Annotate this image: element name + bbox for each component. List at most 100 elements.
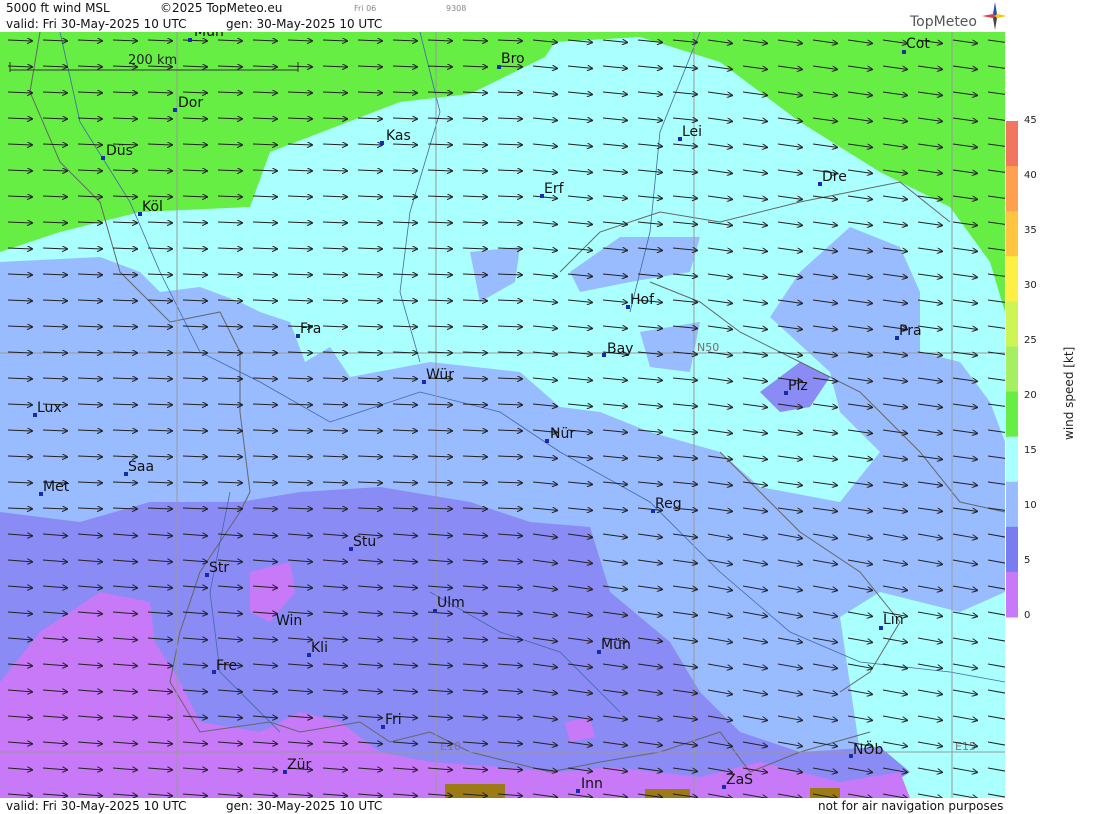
city-marker: Hof <box>626 292 655 309</box>
legend-band <box>1006 346 1018 393</box>
header-row-1: 5000 ft wind MSL ©2025 TopMeteo.eu Fri 0… <box>0 0 1005 16</box>
svg-text:Dre: Dre <box>822 169 847 185</box>
map-title: 5000 ft wind MSL <box>6 1 110 15</box>
legend-tick: 0 <box>1024 610 1031 621</box>
svg-text:Düs: Düs <box>106 143 133 159</box>
city-marker: Plz <box>784 378 808 395</box>
legend-tick: 35 <box>1024 225 1037 236</box>
color-scale-bar <box>1006 121 1018 618</box>
svg-text:Wür: Wür <box>426 367 454 383</box>
city-marker: Bay <box>602 341 633 357</box>
svg-text:Lin: Lin <box>883 612 904 628</box>
city-marker: Fri <box>381 712 402 729</box>
svg-text:Nür: Nür <box>550 426 575 442</box>
city-marker: ZaS <box>722 772 753 789</box>
legend-tick: 25 <box>1024 335 1037 346</box>
svg-text:Mün: Mün <box>194 32 224 40</box>
legend-band <box>1006 436 1018 483</box>
svg-text:ZaS: ZaS <box>726 772 753 788</box>
legend-tick: 15 <box>1024 445 1037 456</box>
svg-text:Met: Met <box>43 479 70 495</box>
disclaimer: not for air navigation purposes <box>818 799 1004 813</box>
city-marker: Pra <box>895 323 922 340</box>
city-marker: Fra <box>296 321 321 338</box>
brand-name: TopMeteo <box>910 14 977 30</box>
svg-text:Köl: Köl <box>142 199 163 215</box>
city-marker: Str <box>205 560 229 577</box>
svg-text:Bro: Bro <box>501 51 525 67</box>
topmeteo-logo: TopMeteo <box>908 0 1008 32</box>
city-marker: Fre <box>212 658 237 674</box>
legend-band <box>1006 256 1018 302</box>
svg-text:Pra: Pra <box>899 323 922 339</box>
city-marker: Dor <box>173 95 203 112</box>
terrain-area <box>645 789 690 798</box>
svg-text:Bay: Bay <box>607 341 633 357</box>
svg-text:Ulm: Ulm <box>437 595 465 611</box>
day-code: Fri 06 <box>354 4 377 13</box>
city-marker: Inn <box>576 776 603 793</box>
city-marker: Lin <box>879 612 904 630</box>
valid-time: valid: Fri 30-May-2025 10 UTC <box>6 17 187 31</box>
svg-text:Fri: Fri <box>385 712 402 728</box>
legend-tick: 10 <box>1024 500 1037 511</box>
city-marker: Bro <box>497 51 525 69</box>
grid-label-e10: E10 <box>440 740 461 753</box>
svg-text:Lux: Lux <box>37 400 62 416</box>
svg-text:Fre: Fre <box>216 658 237 674</box>
legend-band <box>1006 391 1018 438</box>
city-marker: Stu <box>349 534 376 551</box>
svg-text:Inn: Inn <box>581 776 603 792</box>
legend-tick: 5 <box>1024 555 1031 566</box>
legend-tick: 30 <box>1024 280 1037 291</box>
city-marker: Saa <box>124 459 154 476</box>
city-marker: Nür <box>545 426 575 443</box>
city-marker: Ulm <box>433 595 465 613</box>
grid-label-e15: E15 <box>955 740 976 753</box>
svg-text:Mün: Mün <box>601 637 631 653</box>
copyright: ©2025 TopMeteo.eu <box>160 1 283 15</box>
city-marker: Wür <box>422 367 454 384</box>
legend-band <box>1006 301 1018 347</box>
legend-band <box>1006 481 1018 528</box>
svg-text:Fra: Fra <box>300 321 321 337</box>
svg-text:Stu: Stu <box>353 534 376 550</box>
city-marker: Reg <box>651 496 682 513</box>
svg-text:Dor: Dor <box>178 95 203 111</box>
svg-text:NÖb: NÖb <box>853 740 883 758</box>
svg-text:Cot: Cot <box>906 36 930 52</box>
wind-map: N50 E10 E15 200 km Mün Bro Cot Dor Kas L… <box>0 32 1005 798</box>
header-row-2: valid: Fri 30-May-2025 10 UTC gen: 30-Ma… <box>0 16 1005 32</box>
city-marker: Cot <box>902 36 930 54</box>
gen-time: gen: 30-May-2025 10 UTC <box>226 17 383 31</box>
legend-tick: 20 <box>1024 390 1037 401</box>
svg-text:Erf: Erf <box>544 181 565 197</box>
terrain-area <box>445 784 505 798</box>
svg-text:Hof: Hof <box>630 292 655 308</box>
svg-text:Plz: Plz <box>788 378 808 394</box>
legend-band <box>1006 166 1018 212</box>
svg-text:Lei: Lei <box>682 124 702 140</box>
legend-band <box>1006 211 1018 257</box>
run-code: 9308 <box>446 4 467 13</box>
svg-text:Str: Str <box>209 560 229 576</box>
svg-text:Reg: Reg <box>655 496 682 512</box>
color-legend <box>1005 0 1095 814</box>
city-marker: Lei <box>678 124 702 141</box>
city-marker: Met <box>39 479 70 496</box>
svg-text:Win: Win <box>276 613 302 629</box>
footer-row: valid: Fri 30-May-2025 10 UTC gen: 30-Ma… <box>0 798 1005 814</box>
city-marker: Dre <box>818 169 847 186</box>
legend-band <box>1006 526 1018 573</box>
legend-tick: 40 <box>1024 170 1037 181</box>
svg-text:Kas: Kas <box>386 128 411 144</box>
legend-tick: 45 <box>1024 115 1037 126</box>
legend-band <box>1006 571 1018 618</box>
svg-text:Saa: Saa <box>128 459 154 475</box>
city-marker: Mün <box>597 637 631 654</box>
city-marker: Erf <box>540 181 565 198</box>
city-marker: NÖb <box>849 740 883 758</box>
city-marker: Kli <box>307 640 328 657</box>
city-label-only: Win <box>276 613 302 629</box>
legend-unit: wind speed [kt] <box>1062 346 1076 440</box>
